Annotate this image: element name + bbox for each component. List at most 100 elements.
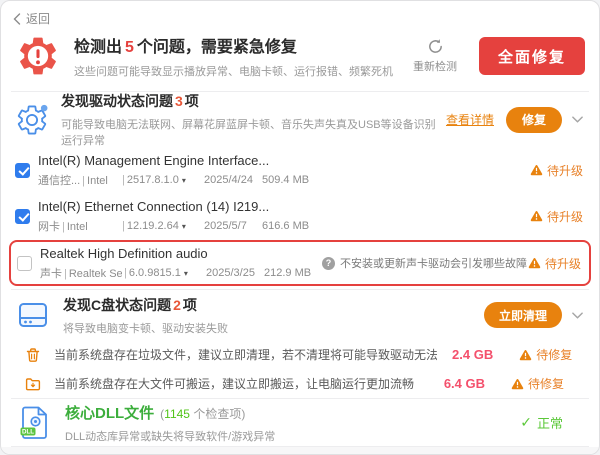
- driver-collapse-chevron[interactable]: [572, 116, 583, 123]
- recheck-button[interactable]: 重新检测: [413, 38, 457, 74]
- driver-title-prefix: 发现驱动状态问题: [61, 93, 173, 109]
- dll-section-title: 核心DLL文件: [65, 402, 154, 423]
- driver-vendor: Intel: [67, 221, 88, 233]
- chevron-down-icon: [572, 312, 583, 319]
- warning-triangle-icon: [530, 164, 543, 176]
- fix-drivers-button[interactable]: 修复: [506, 107, 562, 133]
- warning-triangle-icon: [519, 349, 532, 361]
- dll-section-text: 核心DLL文件 (1145 个检查项) DLL动态库异常或缺失将导致软件/游戏异…: [65, 402, 275, 444]
- disk-section-title: 发现C盘状态问题2项: [63, 295, 228, 315]
- separator: |: [82, 175, 85, 187]
- status-badge: 待升级: [530, 208, 599, 225]
- status-badge: 待修复: [519, 346, 583, 363]
- status-label: 待修复: [528, 375, 564, 392]
- large-files-size-value: 6.4 GB: [421, 376, 485, 391]
- recheck-label: 重新检测: [413, 58, 457, 74]
- chevron-down-icon: [572, 116, 583, 123]
- driver-meta: 通信控...|Intel |2517.8.1.0▾ 2025/4/24 509.…: [38, 172, 320, 188]
- alert-header: 检测出5个问题，需要紧急修复 这些问题可能导致显示播放异常、电脑卡顿、运行报错、…: [1, 27, 599, 91]
- disk-problem-count: 2: [173, 297, 181, 313]
- dll-section-subtitle: DLL动态库异常或缺失将导致软件/游戏异常: [65, 428, 275, 444]
- dll-section: DLL 核心DLL文件 (1145 个检查项) DLL动态库异常或缺失将导致软件…: [1, 399, 599, 446]
- driver-date: 2025/5/7: [204, 220, 262, 232]
- status-badge: 待升级: [530, 162, 599, 179]
- help-icon[interactable]: ?: [322, 257, 335, 270]
- driver-row-realtek-audio-highlighted: Realtek High Definition audio 声卡|Realtek…: [9, 240, 591, 286]
- junk-size-value: 2.4 GB: [437, 347, 494, 362]
- folder-move-icon: [25, 376, 41, 392]
- trash-icon: [25, 347, 41, 363]
- driver-size: 212.9 MB: [264, 267, 320, 279]
- driver-section-header: 发现驱动状态问题3项 可能导致电脑无法联网、屏幕花屏蓝屏卡顿、音乐失声失真及US…: [1, 92, 599, 147]
- driver-scan-results-window: 返回 检测出5个问题，需要紧急修复 这些问题可能导致显示播放异常、电脑卡顿、运行…: [0, 0, 600, 455]
- problem-count: 5: [125, 39, 134, 56]
- alert-gear-icon: [15, 33, 61, 79]
- separator: |: [64, 268, 67, 280]
- warning-triangle-icon: [511, 378, 524, 390]
- dll-check-count: (1145 个检查项): [160, 405, 245, 422]
- driver-vendor: Intel: [87, 175, 108, 187]
- status-label: 待升级: [545, 255, 581, 272]
- driver-gear-icon: [15, 103, 49, 137]
- driver-info: Realtek High Definition audio 声卡|Realtek…: [40, 246, 322, 281]
- back-label: 返回: [26, 10, 50, 27]
- version-dropdown-icon[interactable]: ▾: [182, 222, 186, 231]
- driver-problem-count: 3: [175, 93, 183, 109]
- driver-checkbox-3[interactable]: [17, 256, 32, 271]
- back-chevron-icon: [13, 13, 21, 25]
- disk-issue-text: 当前系统盘存在大文件可搬运，建议立即搬运，让电脑运行更加流畅: [54, 375, 414, 392]
- fix-all-button[interactable]: 全面修复: [479, 37, 585, 75]
- driver-name: Intel(R) Management Engine Interface...: [38, 153, 320, 168]
- warning-triangle-icon: [528, 257, 541, 269]
- separator: |: [124, 267, 127, 279]
- driver-version[interactable]: 2517.8.1.0: [127, 174, 179, 186]
- driver-version[interactable]: 6.0.9815.1: [129, 267, 181, 279]
- status-label: 待升级: [547, 208, 583, 225]
- dll-file-icon: DLL: [17, 405, 53, 441]
- refresh-icon: [427, 38, 444, 55]
- dll-title-line: 核心DLL文件 (1145 个检查项): [65, 402, 275, 423]
- separator: |: [122, 220, 125, 232]
- alert-subtitle: 这些问题可能导致显示播放异常、电脑卡顿、运行报错、频繁死机: [74, 63, 393, 79]
- check-icon: ✓: [520, 414, 532, 431]
- separator: |: [62, 221, 65, 233]
- driver-meta: 网卡|Intel |12.19.2.64▾ 2025/5/7 616.6 MB: [38, 218, 320, 234]
- version-dropdown-icon[interactable]: ▾: [184, 269, 188, 278]
- driver-category: 通信控...: [38, 175, 80, 187]
- alert-text: 检测出5个问题，需要紧急修复 这些问题可能导致显示播放异常、电脑卡顿、运行报错、…: [74, 33, 393, 79]
- driver-row-intel-ethernet: Intel(R) Ethernet Connection (14) I219..…: [1, 193, 599, 239]
- alert-title: 检测出5个问题，需要紧急修复: [74, 33, 393, 57]
- driver-info: Intel(R) Ethernet Connection (14) I219..…: [38, 199, 320, 234]
- disk-section-subtitle: 将导致电脑变卡顿、驱动安装失败: [63, 320, 228, 336]
- hard-drive-icon: [15, 297, 51, 333]
- driver-title-suffix: 项: [185, 93, 199, 109]
- clean-now-button[interactable]: 立即清理: [484, 302, 562, 328]
- driver-version[interactable]: 12.19.2.64: [127, 220, 179, 232]
- version-dropdown-icon[interactable]: ▾: [182, 176, 186, 185]
- driver-section-title: 发现驱动状态问题3项: [61, 91, 446, 111]
- status-label: 待修复: [536, 346, 572, 363]
- bottom-strip: [1, 447, 599, 454]
- driver-vendor: Realtek Se...: [69, 268, 122, 280]
- driver-meta: 声卡|Realtek Se... |6.0.9815.1▾ 2025/3/25 …: [40, 265, 322, 281]
- help-text: 不安装或更新声卡驱动会引发哪些故障: [340, 255, 527, 271]
- driver-checkbox-1[interactable]: [15, 163, 30, 178]
- warning-triangle-icon: [530, 210, 543, 222]
- disk-large-files-row: 当前系统盘存在大文件可搬运，建议立即搬运，让电脑运行更加流畅 6.4 GB 待修…: [1, 369, 599, 398]
- dll-status-label: 正常: [537, 413, 563, 432]
- disk-junk-files-row: 当前系统盘存在垃圾文件，建议立即清理，若不清理将可能导致驱动无法正常安装 2.4…: [1, 340, 599, 369]
- driver-help-hint: ? 不安装或更新声卡驱动会引发哪些故障: [322, 255, 527, 271]
- driver-date: 2025/4/24: [204, 174, 262, 186]
- driver-row-intel-me: Intel(R) Management Engine Interface... …: [1, 147, 599, 193]
- driver-name: Intel(R) Ethernet Connection (14) I219..…: [38, 199, 320, 214]
- disk-title-suffix: 项: [183, 297, 197, 313]
- alert-title-prefix: 检测出: [74, 39, 122, 56]
- disk-collapse-chevron[interactable]: [572, 312, 583, 319]
- back-button[interactable]: 返回: [13, 10, 50, 27]
- view-details-link[interactable]: 查看详情: [446, 111, 494, 128]
- disk-title-prefix: 发现C盘状态问题: [63, 297, 171, 313]
- status-badge: 待升级: [528, 255, 589, 272]
- driver-checkbox-2[interactable]: [15, 209, 30, 224]
- disk-section-header: 发现C盘状态问题2项 将导致电脑变卡顿、驱动安装失败 立即清理: [1, 290, 599, 340]
- status-badge: 待修复: [511, 375, 583, 392]
